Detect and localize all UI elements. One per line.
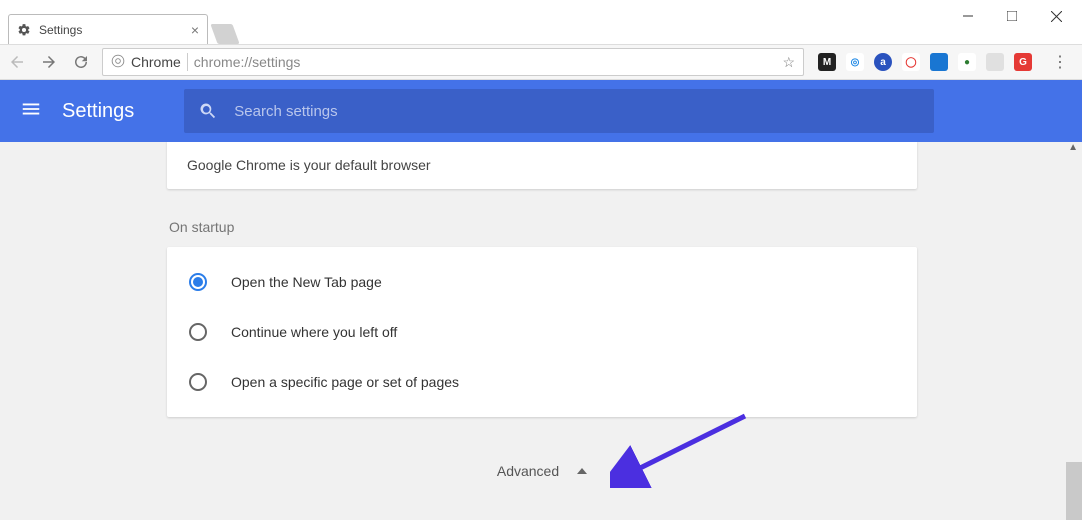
vertical-scrollbar[interactable] [1066, 462, 1082, 520]
startup-card: Open the New Tab page Continue where you … [167, 247, 917, 417]
scroll-up-caret-icon[interactable]: ▲ [1068, 142, 1078, 153]
radio-icon [189, 373, 207, 391]
advanced-label: Advanced [497, 463, 559, 479]
chrome-icon [111, 54, 125, 71]
browser-titlebar: Settings × [0, 0, 1082, 44]
advanced-toggle[interactable]: Advanced [167, 463, 917, 479]
omnibox-url: chrome://settings [194, 54, 301, 70]
tab-strip: Settings × [0, 0, 236, 44]
settings-content: ▲ Google Chrome is your default browser … [0, 142, 1082, 520]
forward-button[interactable] [40, 53, 58, 71]
browser-tab-settings[interactable]: Settings × [8, 14, 208, 44]
startup-section-title: On startup [169, 219, 917, 235]
omnibox[interactable]: Chrome chrome://settings ☆ [102, 48, 804, 76]
address-bar: Chrome chrome://settings ☆ M ◎ a ◯ ● G ⋮ [0, 44, 1082, 80]
new-tab-button[interactable] [210, 24, 239, 44]
startup-option-2[interactable]: Open a specific page or set of pages [167, 357, 917, 407]
minimize-button[interactable] [946, 2, 990, 30]
radio-icon [189, 273, 207, 291]
close-icon[interactable]: × [191, 22, 199, 38]
ext-g-icon[interactable]: G [1014, 53, 1032, 71]
search-icon [198, 101, 218, 121]
ext-m-icon[interactable]: M [818, 53, 836, 71]
bookmark-star-icon[interactable]: ☆ [782, 54, 795, 71]
default-browser-card: Google Chrome is your default browser [167, 142, 917, 189]
gear-icon [17, 23, 31, 37]
close-window-button[interactable] [1034, 2, 1078, 30]
window-controls [946, 2, 1078, 30]
radio-label: Open a specific page or set of pages [231, 374, 459, 390]
omnibox-separator [187, 53, 188, 71]
ext-square-blue-icon[interactable] [930, 53, 948, 71]
search-input[interactable] [234, 103, 920, 120]
hamburger-icon[interactable] [20, 98, 42, 125]
back-button[interactable] [8, 53, 26, 71]
settings-search[interactable] [184, 89, 934, 133]
extension-icons: M ◎ a ◯ ● G [812, 53, 1038, 71]
startup-option-1[interactable]: Continue where you left off [167, 307, 917, 357]
radio-label: Open the New Tab page [231, 274, 382, 290]
ext-green-icon[interactable]: ● [958, 53, 976, 71]
omnibox-prefix: Chrome [131, 54, 181, 70]
settings-header: Settings [0, 80, 1082, 142]
ext-circle-blue-icon[interactable]: ◎ [846, 53, 864, 71]
caret-up-icon [577, 468, 587, 474]
reload-button[interactable] [72, 53, 90, 71]
tab-title: Settings [39, 23, 82, 37]
ext-a-icon[interactable]: a [874, 53, 892, 71]
ext-red-circle-icon[interactable]: ◯ [902, 53, 920, 71]
ext-gray-icon[interactable] [986, 53, 1004, 71]
browser-menu-button[interactable]: ⋮ [1046, 52, 1074, 72]
radio-label: Continue where you left off [231, 324, 397, 340]
page-title: Settings [62, 100, 134, 123]
radio-icon [189, 323, 207, 341]
startup-option-0[interactable]: Open the New Tab page [167, 257, 917, 307]
maximize-button[interactable] [990, 2, 1034, 30]
default-browser-text: Google Chrome is your default browser [187, 157, 431, 173]
